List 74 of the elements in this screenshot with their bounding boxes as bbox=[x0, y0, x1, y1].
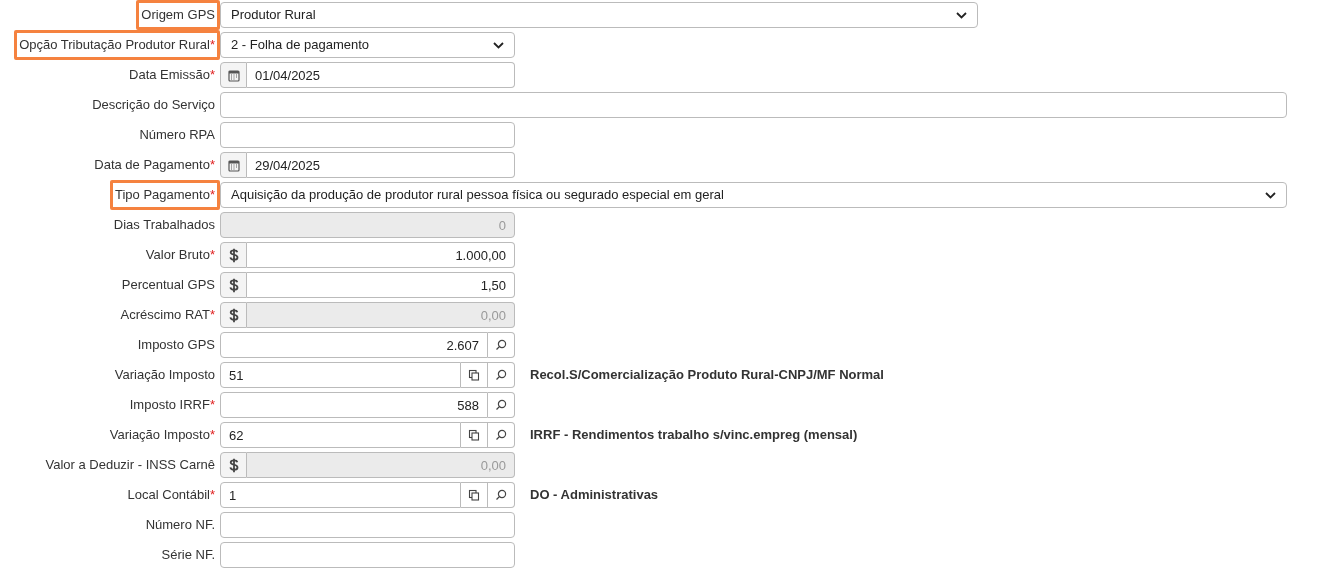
search-icon bbox=[495, 429, 507, 441]
required-asterisk: * bbox=[209, 246, 215, 265]
field-label: Local Contábil bbox=[127, 486, 210, 505]
currency-field[interactable]: 1,50 bbox=[247, 272, 515, 298]
description-text: Recol.S/Comercialização Produto Rural-CNPJ/MF Normal bbox=[530, 366, 884, 385]
required-asterisk: * bbox=[209, 186, 215, 205]
dollar-icon bbox=[220, 452, 247, 478]
field-label: Valor Bruto bbox=[145, 246, 210, 265]
chevron-down-icon bbox=[493, 41, 504, 49]
search-button[interactable] bbox=[488, 422, 515, 448]
calendar-button[interactable] bbox=[220, 62, 247, 88]
dollar-icon bbox=[220, 242, 247, 268]
calendar-icon bbox=[227, 158, 240, 172]
copy-button[interactable] bbox=[461, 482, 488, 508]
field-label: Número RPA bbox=[139, 126, 215, 145]
date-field[interactable]: 01/04/2025 bbox=[247, 62, 515, 88]
copy-icon bbox=[468, 489, 480, 501]
calendar-icon bbox=[227, 68, 240, 82]
required-asterisk: * bbox=[209, 156, 215, 175]
code-field[interactable]: 62 bbox=[220, 422, 461, 448]
dollar-icon bbox=[220, 272, 247, 298]
search-icon bbox=[495, 339, 507, 351]
field-label: Opção Tributação Produtor Rural bbox=[19, 36, 210, 55]
field-label: Acréscimo RAT bbox=[120, 306, 210, 325]
search-icon bbox=[495, 489, 507, 501]
field-label: Tipo Pagamento bbox=[115, 186, 210, 205]
required-asterisk: * bbox=[209, 486, 215, 505]
field-label: Imposto GPS bbox=[137, 336, 215, 355]
description-text: DO - Administrativas bbox=[530, 486, 659, 505]
required-asterisk: * bbox=[209, 66, 215, 85]
code-field[interactable]: 2.607 bbox=[220, 332, 488, 358]
required-asterisk: * bbox=[209, 306, 215, 325]
dollar-icon bbox=[220, 302, 247, 328]
date-field[interactable]: 29/04/2025 bbox=[247, 152, 515, 178]
description-text: IRRF - Rendimentos trabalho s/vinc.empreg (mensal) bbox=[530, 426, 858, 445]
currency-field[interactable]: 1.000,00 bbox=[247, 242, 515, 268]
select-field[interactable]: Aquisição da produção de produtor rural pessoa física ou segurado especial em geral bbox=[220, 182, 1287, 208]
field-label: Valor a Deduzir - INSS Carnê bbox=[45, 456, 215, 475]
input-field[interactable] bbox=[220, 512, 515, 538]
required-asterisk: * bbox=[209, 36, 215, 55]
field-label: Data de Pagamento bbox=[94, 156, 210, 175]
search-button[interactable] bbox=[488, 392, 515, 418]
required-asterisk: * bbox=[209, 426, 215, 445]
calendar-button[interactable] bbox=[220, 152, 247, 178]
copy-icon bbox=[468, 429, 480, 441]
field-label: Número NF. bbox=[145, 516, 215, 535]
code-field[interactable]: 51 bbox=[220, 362, 461, 388]
search-icon bbox=[495, 399, 507, 411]
input-field[interactable] bbox=[220, 542, 515, 568]
field-label: Origem GPS bbox=[141, 6, 215, 25]
field-label: Descrição do Serviço bbox=[92, 96, 215, 115]
field-label: Variação Imposto bbox=[114, 366, 215, 385]
code-field[interactable]: 588 bbox=[220, 392, 488, 418]
copy-button[interactable] bbox=[461, 362, 488, 388]
code-field[interactable]: 1 bbox=[220, 482, 461, 508]
copy-button[interactable] bbox=[461, 422, 488, 448]
field-label: Percentual GPS bbox=[121, 276, 215, 295]
copy-icon bbox=[468, 369, 480, 381]
field-label: Data Emissão bbox=[129, 66, 210, 85]
chevron-down-icon bbox=[956, 11, 967, 19]
select-field[interactable]: 2 - Folha de pagamento bbox=[220, 32, 515, 58]
search-button[interactable] bbox=[488, 332, 515, 358]
search-button[interactable] bbox=[488, 362, 515, 388]
search-button[interactable] bbox=[488, 482, 515, 508]
input-field[interactable] bbox=[220, 122, 515, 148]
field-label: Dias Trabalhados bbox=[113, 216, 215, 235]
field-label: Série NF. bbox=[161, 546, 215, 565]
search-icon bbox=[495, 369, 507, 381]
required-asterisk: * bbox=[209, 396, 215, 415]
input-field[interactable] bbox=[220, 92, 1287, 118]
chevron-down-icon bbox=[1265, 191, 1276, 199]
field-label: Variação Imposto bbox=[109, 426, 210, 445]
select-field[interactable]: Produtor Rural bbox=[220, 2, 978, 28]
field-label: Imposto IRRF bbox=[129, 396, 210, 415]
